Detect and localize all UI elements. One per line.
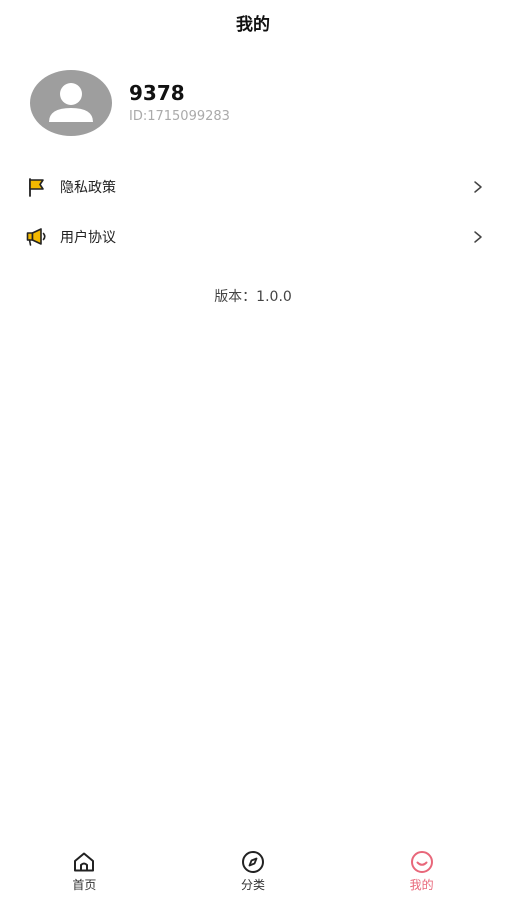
page-title: 我的 (236, 14, 270, 35)
chevron-right-icon (472, 180, 484, 194)
user-profile[interactable]: 9378 ID:1715099283 (30, 70, 230, 136)
menu-item-label: 用户协议 (60, 230, 116, 246)
tab-mine[interactable]: 我的 (337, 842, 506, 900)
tab-category[interactable]: 分类 (169, 842, 338, 900)
megaphone-icon (26, 226, 48, 248)
tab-label: 我的 (409, 878, 434, 892)
user-icon (49, 83, 93, 122)
menu-item-label: 隐私政策 (60, 180, 116, 196)
avatar[interactable] (30, 70, 112, 136)
flag-icon (26, 176, 48, 198)
smile-icon (409, 850, 435, 874)
version-text: 版本：1.0.0 (214, 289, 292, 305)
page-header: 我的 (0, 0, 506, 44)
tab-label: 首页 (72, 878, 97, 892)
chevron-right-icon (472, 230, 484, 244)
bottom-tab-bar: 首页 分类 我的 (0, 842, 506, 900)
tab-label: 分类 (241, 878, 266, 892)
profile-page: 我的 9378 ID:1715099283 隐私政策 用户协议 版本：1.0.0… (0, 0, 506, 900)
tab-home[interactable]: 首页 (0, 842, 169, 900)
home-icon (71, 850, 97, 874)
menu-item-user-agreement[interactable]: 用户协议 (0, 212, 506, 262)
menu-item-privacy-policy[interactable]: 隐私政策 (0, 162, 506, 212)
compass-icon (240, 850, 266, 874)
profile-info: 9378 ID:1715099283 (129, 81, 230, 125)
username: 9378 (129, 81, 185, 105)
settings-menu: 隐私政策 用户协议 (0, 162, 506, 262)
user-id: ID:1715099283 (129, 109, 230, 124)
